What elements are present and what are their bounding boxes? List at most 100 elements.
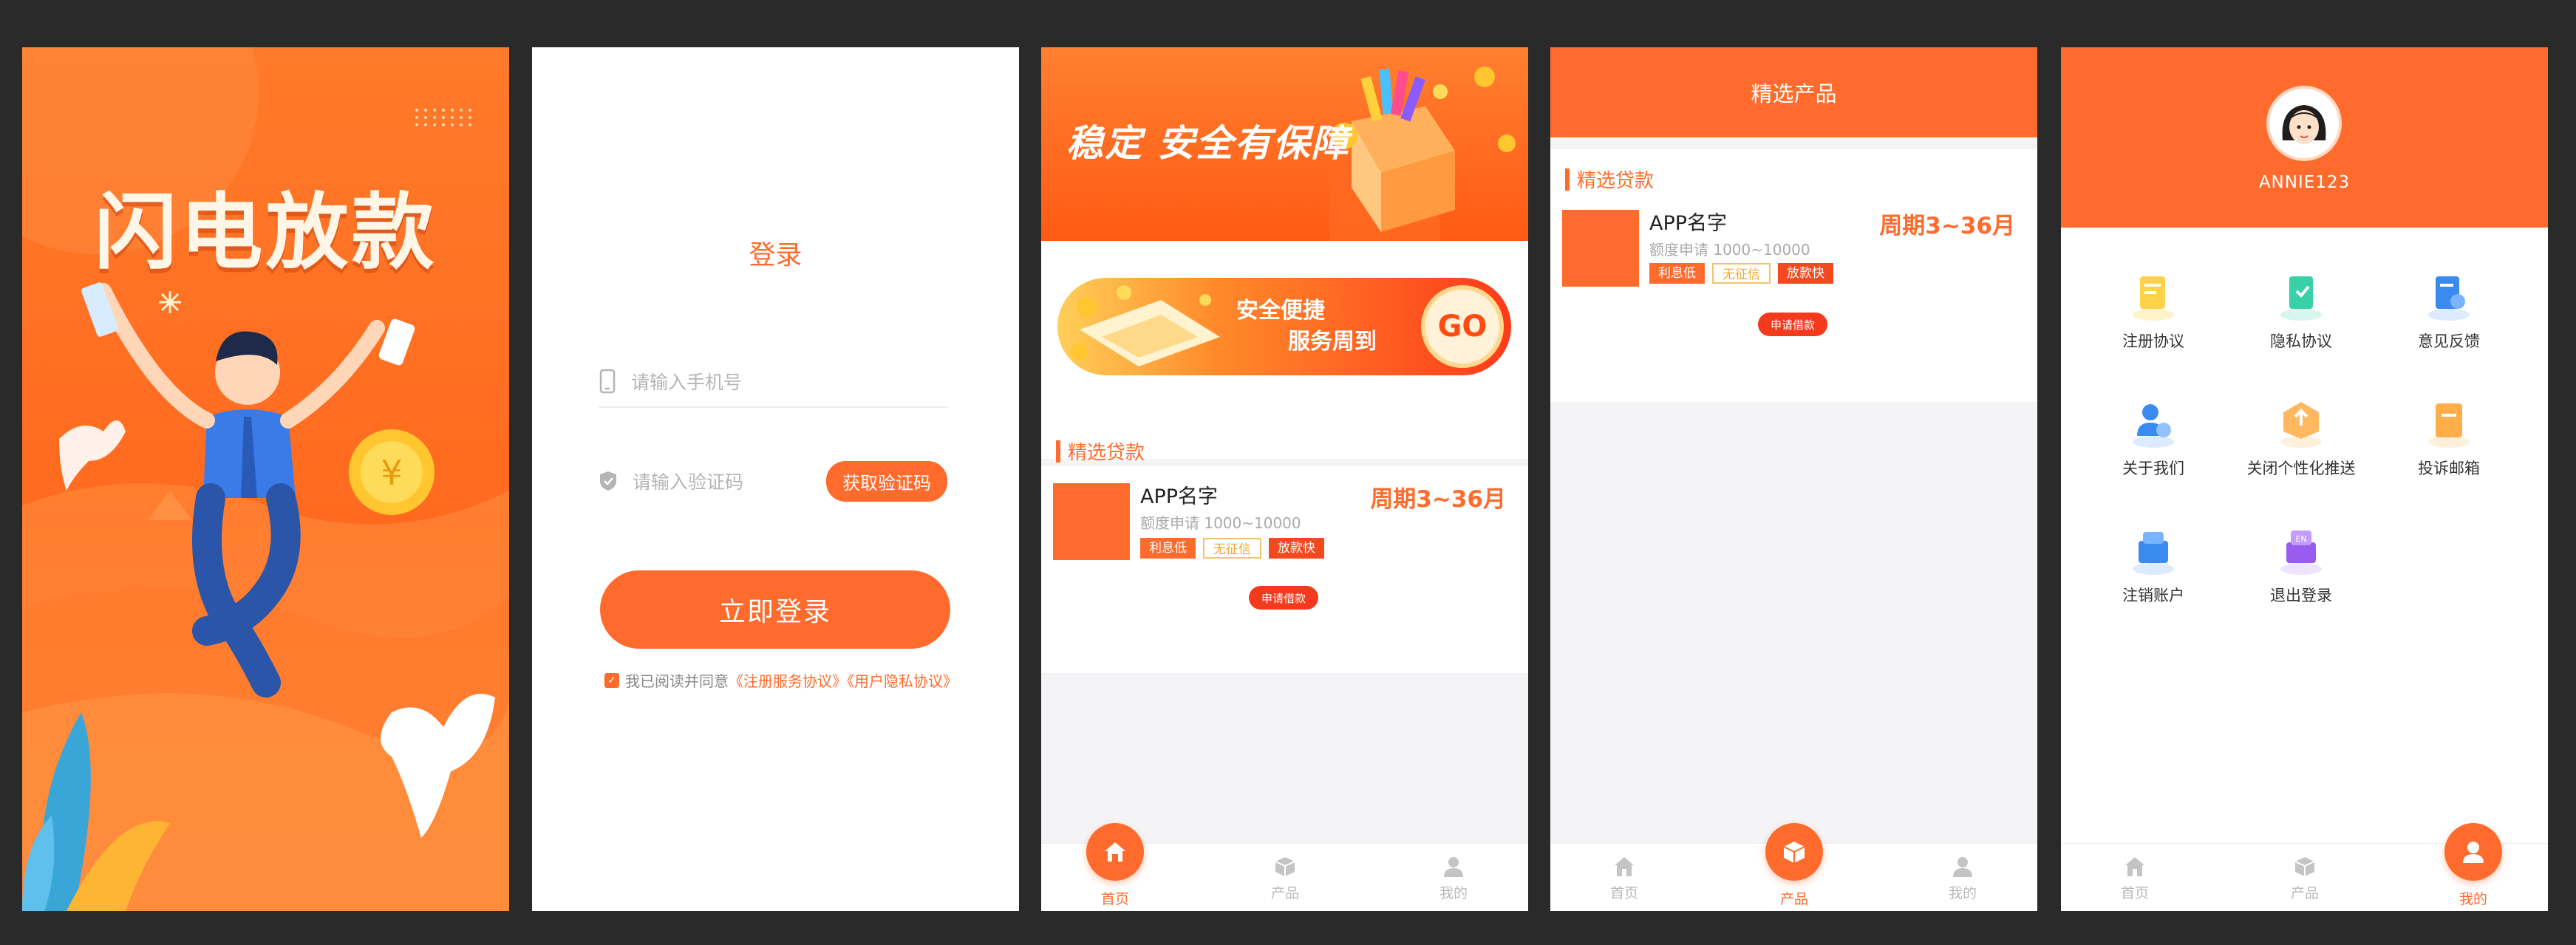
tab-bar: 首页 产品 我的: [1041, 823, 1528, 911]
get-code-button[interactable]: 获取验证码: [826, 460, 947, 502]
cancel-account-icon: [2133, 532, 2174, 575]
about-us-icon: [2133, 404, 2174, 448]
privacy-agreement-icon: [2280, 276, 2322, 321]
mine-screen: ANNIE123 注册协议 隐私协议 意见反馈 关于我们 关闭个性化推送 投诉邮…: [2061, 47, 2548, 911]
section-title: 精选贷款: [1056, 437, 1145, 465]
promo-text: 安全便捷 服务周到: [1236, 296, 1377, 358]
avatar[interactable]: [2266, 86, 2342, 161]
menu-register-agreement[interactable]: 注册协议: [2079, 269, 2227, 352]
menu-label: 注册协议: [2122, 332, 2184, 350]
menu-privacy-agreement[interactable]: 隐私协议: [2227, 269, 2375, 352]
loan-tags: 利息低 无征信 放款快: [1649, 263, 1833, 284]
promo-line2: 服务周到: [1288, 329, 1377, 355]
tab-bar: 首页 产品 我的: [1550, 823, 2037, 911]
promo-banner[interactable]: 安全便捷 服务周到 GO: [1057, 278, 1511, 375]
menu-label: 退出登录: [2270, 587, 2332, 604]
menu-label: 关于我们: [2122, 460, 2184, 477]
decoration-dots: [415, 109, 471, 126]
tab-product-label: 产品: [1779, 891, 1808, 907]
login-screen: 登录 请输入手机号 请输入验证码 获取验证码 立即登录 ✓ 我已阅读并同意 《注…: [532, 47, 1019, 911]
feedback-icon: [2428, 276, 2470, 321]
menu-label: 关闭个性化推送: [2246, 460, 2356, 477]
phone-field[interactable]: 请输入手机号: [599, 356, 947, 408]
home-screen: 稳定 安全有保障 安全便捷 服务周到 GO 精选贷款 APP名字 周期3~36月…: [1041, 47, 1528, 911]
tab-mine[interactable]: 我的: [2414, 823, 2532, 911]
tab-mine-label: 我的: [1439, 885, 1468, 901]
phone-placeholder[interactable]: 请输入手机号: [631, 368, 947, 395]
loan-thumbnail[interactable]: [1053, 483, 1130, 560]
menu-logout[interactable]: EN 退出登录: [2227, 523, 2375, 606]
tag-no-credit: 无征信: [1712, 263, 1771, 284]
apply-button[interactable]: 申请借款: [1249, 586, 1318, 610]
hero-banner: 稳定 安全有保障: [1041, 47, 1528, 241]
section-title: 精选贷款: [1565, 166, 1654, 193]
splash-screen: ¥ 闪电放款: [22, 47, 509, 911]
menu-label: 注销账户: [2122, 587, 2184, 604]
tab-home-label: 首页: [2120, 885, 2149, 901]
menu-label: 意见反馈: [2418, 332, 2480, 350]
box-icon: [2294, 857, 2315, 876]
tab-home[interactable]: 首页: [2076, 844, 2194, 911]
svg-text:EN: EN: [2295, 534, 2306, 544]
code-placeholder[interactable]: 请输入验证码: [633, 468, 826, 494]
section-title-text: 精选贷款: [1577, 170, 1655, 192]
menu-about-us[interactable]: 关于我们: [2079, 396, 2227, 479]
tag-fast: 放款快: [1269, 538, 1324, 559]
shield-icon: [600, 471, 616, 491]
menu-label: 投诉邮箱: [2418, 460, 2480, 477]
tab-mine[interactable]: 我的: [1394, 844, 1513, 911]
agreement-text: 我已阅读并同意: [625, 672, 729, 690]
menu-push-off[interactable]: 关闭个性化推送: [2227, 396, 2375, 479]
apply-button[interactable]: 申请借款: [1758, 313, 1827, 336]
tab-product[interactable]: 产品: [2246, 844, 2364, 911]
agreement-row: ✓ 我已阅读并同意 《注册服务协议》《用户隐私协议》: [604, 669, 958, 691]
tab-product[interactable]: 产品: [1735, 823, 1853, 911]
agreement-checkbox[interactable]: ✓: [604, 672, 619, 688]
section-title-text: 精选贷款: [1068, 442, 1145, 464]
coins-illustration: [1071, 285, 1220, 366]
tab-product-label: 产品: [1270, 885, 1299, 901]
code-field[interactable]: 请输入验证码 获取验证码: [599, 455, 947, 507]
loan-period: 周期3~36月: [1879, 213, 2015, 239]
loan-period: 周期3~36月: [1370, 486, 1506, 513]
loan-tags: 利息低 无征信 放款快: [1140, 538, 1324, 559]
agreement-links[interactable]: 《注册服务协议》《用户隐私协议》: [729, 669, 958, 691]
tag-low-interest: 利息低: [1649, 263, 1705, 284]
push-off-icon: [2280, 402, 2322, 448]
menu-cancel-account[interactable]: 注销账户: [2079, 523, 2227, 606]
section-bar: [1565, 168, 1570, 191]
tab-mine-label: 我的: [2459, 891, 2487, 907]
tab-product-label: 产品: [2290, 885, 2319, 901]
tab-home[interactable]: 首页: [1565, 844, 1683, 911]
splash-title: 闪电放款: [94, 185, 437, 281]
tab-home-label: 首页: [1609, 885, 1638, 901]
go-button[interactable]: GO: [1421, 285, 1504, 368]
username: ANNIE123: [2258, 173, 2351, 192]
promo-line1: 安全便捷: [1236, 298, 1325, 324]
menu-feedback[interactable]: 意见反馈: [2375, 269, 2523, 352]
tab-product[interactable]: 产品: [1226, 844, 1344, 911]
avatar-icon: [2269, 89, 2339, 158]
home-icon: [1615, 857, 1634, 876]
hero-text: 稳定 安全有保障: [1066, 122, 1350, 165]
tag-low-interest: 利息低: [1140, 538, 1196, 559]
login-button[interactable]: 立即登录: [600, 570, 950, 649]
tab-bar: 首页 产品 我的: [2061, 823, 2548, 911]
menu-label: 隐私协议: [2270, 332, 2332, 350]
loan-name[interactable]: APP名字: [1140, 480, 1218, 509]
user-icon: [1953, 857, 1972, 877]
tab-home-label: 首页: [1100, 891, 1129, 907]
tab-mine-label: 我的: [1948, 885, 1977, 901]
tag-no-credit: 无征信: [1203, 538, 1261, 559]
user-icon: [2444, 823, 2502, 881]
page-title: 精选产品: [1550, 47, 2037, 137]
loan-thumbnail[interactable]: [1562, 210, 1639, 287]
register-agreement-icon: [2133, 276, 2174, 321]
user-icon: [1444, 857, 1463, 877]
logout-icon: EN: [2280, 531, 2322, 575]
loan-name[interactable]: APP名字: [1649, 207, 1727, 236]
menu-complaint-mail[interactable]: 投诉邮箱: [2375, 396, 2523, 479]
tab-home[interactable]: 首页: [1056, 823, 1174, 911]
phone-icon: [599, 369, 616, 394]
tab-mine[interactable]: 我的: [1904, 844, 2022, 911]
